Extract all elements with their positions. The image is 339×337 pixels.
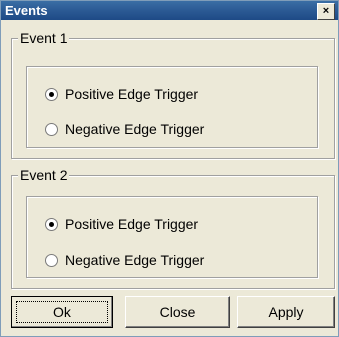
radio-label: Positive Edge Trigger (65, 216, 199, 232)
close-icon[interactable]: × (317, 3, 335, 20)
event-1-options-panel: Positive Edge Trigger Negative Edge Trig… (26, 66, 318, 148)
events-dialog: Events × Event 1 Positive Edge Trigger N… (0, 0, 339, 337)
radio-label: Negative Edge Trigger (65, 121, 205, 137)
close-button[interactable]: Close (125, 296, 230, 328)
apply-button-label: Apply (268, 304, 304, 320)
radio-unselected-icon (45, 122, 58, 136)
focus-rect (16, 301, 108, 323)
event-2-group: Event 2 Positive Edge Trigger Negative E… (11, 167, 335, 289)
window-title: Events (5, 3, 48, 18)
event-1-positive-edge-radio[interactable]: Positive Edge Trigger (45, 86, 198, 102)
event-2-options-panel: Positive Edge Trigger Negative Edge Trig… (26, 196, 318, 278)
radio-selected-icon (45, 87, 58, 101)
radio-selected-icon (45, 217, 58, 231)
event-2-negative-edge-radio[interactable]: Negative Edge Trigger (45, 252, 204, 268)
radio-label: Negative Edge Trigger (65, 252, 205, 268)
event-1-negative-edge-radio[interactable]: Negative Edge Trigger (45, 121, 204, 137)
close-button-label: Close (159, 304, 196, 320)
event-1-title: Event 1 (18, 30, 70, 46)
apply-button[interactable]: Apply (237, 296, 335, 328)
radio-unselected-icon (45, 253, 58, 267)
event-2-positive-edge-radio[interactable]: Positive Edge Trigger (45, 216, 198, 232)
radio-label: Positive Edge Trigger (65, 86, 199, 102)
event-2-title: Event 2 (18, 167, 70, 183)
event-1-group: Event 1 Positive Edge Trigger Negative E… (11, 30, 335, 159)
ok-button[interactable]: Ok (11, 296, 113, 328)
title-bar[interactable]: Events × (1, 1, 338, 20)
